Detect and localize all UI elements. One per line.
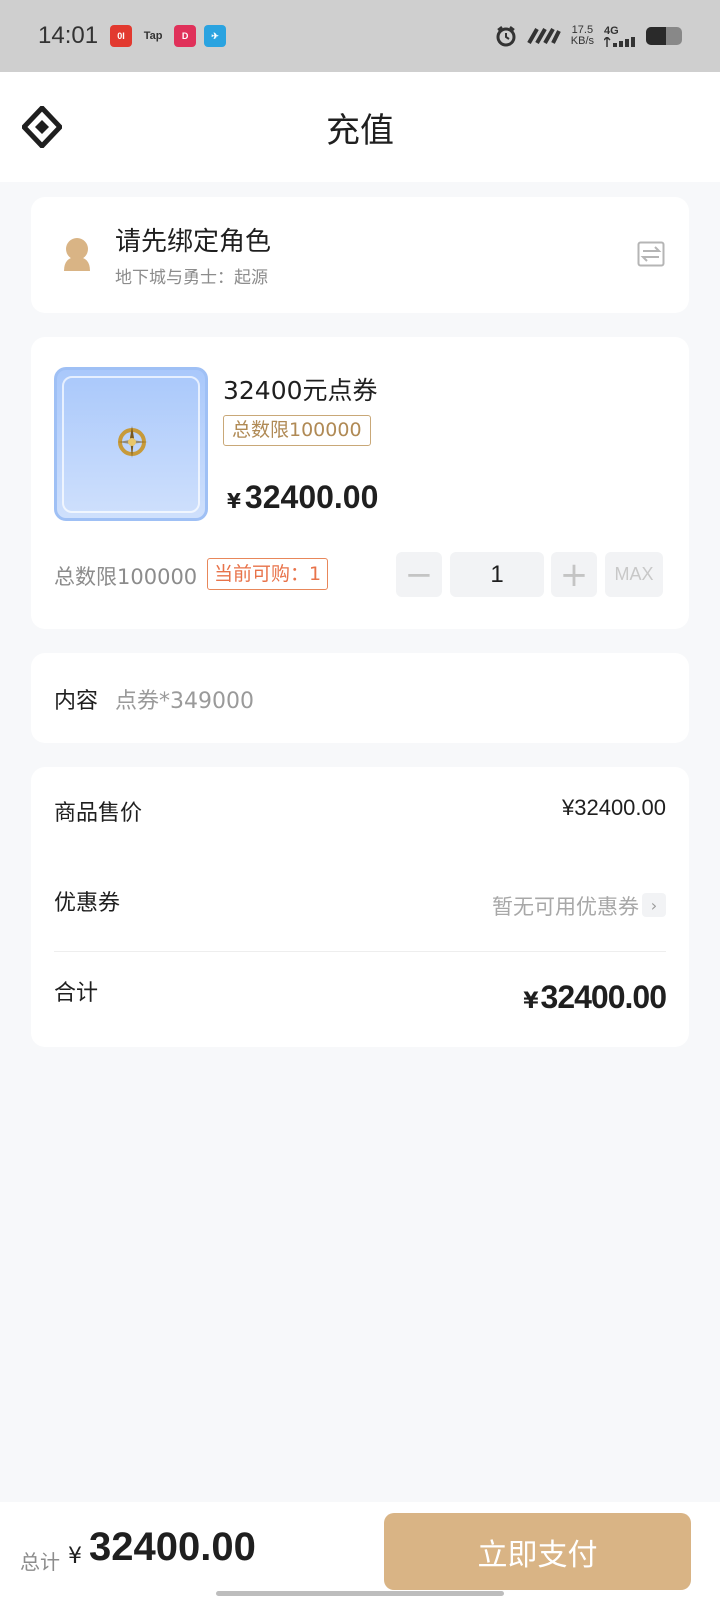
total-limit-text: 总数限100000 — [54, 565, 198, 589]
total-label: 合计 — [54, 981, 99, 1006]
grand-total-amount: 32400.00 — [89, 1525, 256, 1569]
taptap-icon: Tap — [143, 30, 163, 42]
user-avatar-icon — [64, 238, 90, 271]
status-bar: 14:01 0I Tap D ✈ 17.5 KB/s 4G — [0, 0, 720, 72]
coupon-value[interactable]: 暂无可用优惠券 — [492, 891, 639, 921]
signal-indicator: 4G — [604, 25, 636, 47]
coupon-coin-icon — [118, 426, 148, 458]
decrease-quantity-button[interactable]: − — [396, 552, 442, 597]
nfc-icon — [527, 28, 561, 44]
product-price: ¥ 32400.00 — [227, 479, 378, 516]
status-indicators: 17.5 KB/s 4G — [495, 25, 682, 47]
alarm-icon — [496, 26, 516, 47]
game-app-icon: D — [174, 25, 197, 47]
brand-logo-icon[interactable] — [22, 106, 62, 148]
price-amount: 32400.00 — [244, 479, 379, 515]
page-header: 充值 — [0, 72, 720, 182]
bind-role-card[interactable]: 请先绑定角色 地下城与勇士：起源 — [31, 197, 689, 313]
status-app-icons: 0I Tap D ✈ — [110, 25, 227, 47]
network-speed: 17.5 KB/s — [570, 24, 594, 47]
battery-fill — [646, 27, 666, 45]
grand-total-label: 总计 — [20, 1550, 60, 1574]
max-quantity-button[interactable]: MAX — [605, 552, 663, 597]
quantity-input[interactable] — [450, 552, 544, 597]
pay-now-button[interactable]: 立即支付 — [384, 1513, 691, 1590]
page-title: 充值 — [326, 110, 394, 151]
total-amount: 32400.00 — [540, 979, 667, 1015]
battery-icon — [646, 27, 682, 45]
checkout-bar: 总计 ¥ 32400.00 立即支付 — [0, 1502, 720, 1600]
currency-symbol: ¥ — [227, 489, 241, 513]
product-card: 32400元点券 总数限100000 ¥ 32400.00 总数限100000 … — [31, 337, 689, 629]
product-thumbnail — [54, 367, 208, 521]
currency-symbol: ¥ — [68, 1544, 82, 1569]
item-price-value: ¥32400.00 — [562, 795, 666, 820]
coupon-label: 优惠券 — [54, 891, 121, 916]
switch-role-icon[interactable] — [637, 241, 665, 267]
currency-symbol: ¥ — [523, 989, 539, 1014]
item-price-label: 商品售价 — [54, 801, 143, 826]
total-limit-badge: 总数限100000 — [223, 415, 371, 446]
content-value: 点券*349000 — [115, 689, 254, 714]
total-price: ¥ 32400.00 — [523, 979, 667, 1016]
increase-quantity-button[interactable]: + — [551, 552, 597, 597]
content-card: 内容 点券*349000 — [31, 653, 689, 743]
content-label: 内容 — [54, 689, 99, 714]
home-indicator[interactable] — [216, 1591, 504, 1596]
game-name: 地下城与勇士：起源 — [115, 268, 268, 288]
telegram-icon: ✈ — [204, 25, 227, 47]
product-name: 32400元点券 — [223, 376, 378, 405]
bind-role-title: 请先绑定角色 — [115, 227, 272, 257]
status-time: 14:01 — [38, 22, 99, 49]
news-app-icon: 0I — [110, 25, 133, 47]
chevron-right-icon[interactable]: › — [642, 893, 666, 917]
signal-bars-icon — [604, 37, 635, 47]
price-summary-card: 商品售价 ¥32400.00 优惠券 暂无可用优惠券 › 合计 ¥ 32400.… — [31, 767, 689, 1047]
buyable-count-badge: 当前可购：1 — [207, 558, 329, 590]
divider — [54, 951, 666, 952]
